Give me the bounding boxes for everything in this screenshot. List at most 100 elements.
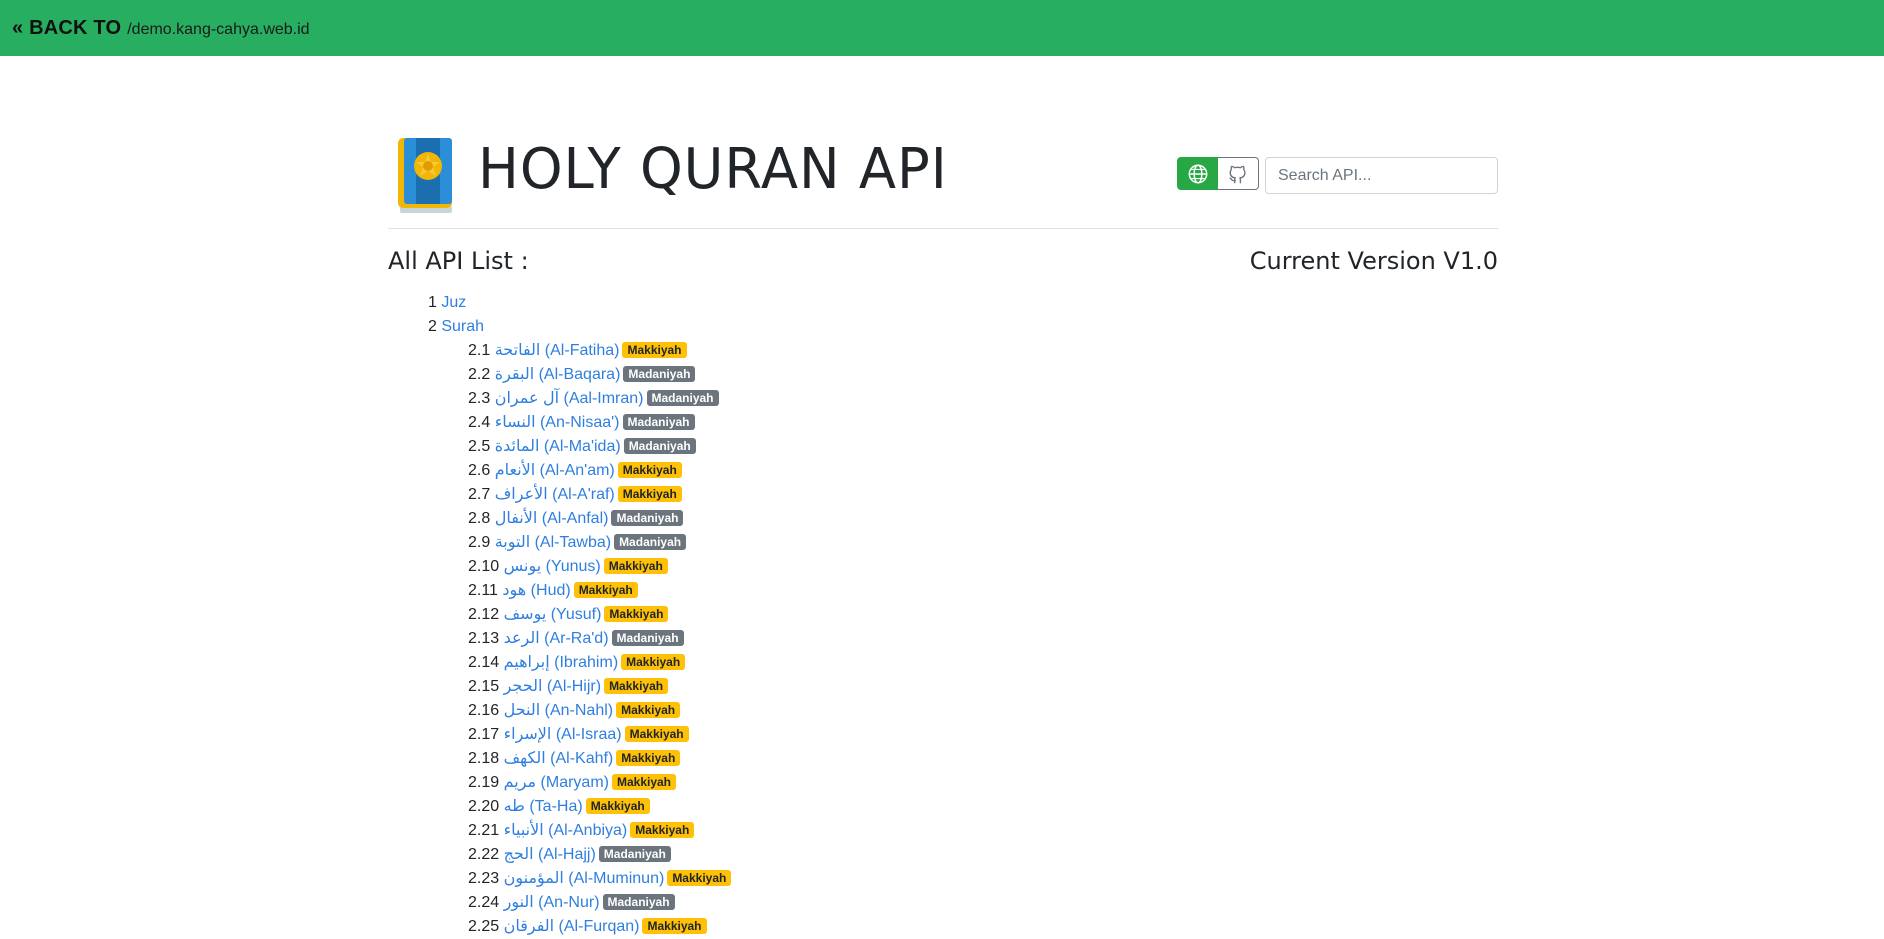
revelation-type-badge: Madaniyah: [611, 510, 684, 526]
api-list: 1 Juz 2 Surah 2.1 الفاتحة (Al-Fatiha) Mak…: [388, 291, 1498, 939]
revelation-type-badge: Makkiyah: [604, 678, 669, 694]
revelation-type-badge: Madaniyah: [598, 846, 671, 862]
surah-item-link[interactable]: المائدة (Al-Ma'ida): [495, 438, 621, 455]
back-link[interactable]: « BACK TO /demo.kang-cahya.web.id: [12, 17, 310, 40]
revelation-type-badge: Madaniyah: [622, 414, 695, 430]
list-item: 2.17 الإسراء (Al-Israa) Makkiyah: [468, 723, 1498, 747]
surah-item-link[interactable]: النور (An-Nur): [504, 894, 600, 911]
item-number: 1: [428, 294, 437, 311]
header-button-group: [1177, 157, 1259, 190]
item-number: 2.1: [468, 342, 491, 359]
list-item: 2.21 الأنبياء (Al-Anbiya) Makkiyah: [468, 819, 1498, 843]
revelation-type-badge: Madaniyah: [623, 438, 696, 454]
list-item: 2.22 الحج (Al-Hajj) Madaniyah: [468, 843, 1498, 867]
surah-item-link[interactable]: البقرة (Al-Baqara): [495, 366, 621, 383]
api-list-title: All API List :: [388, 247, 529, 275]
item-number: 2.3: [468, 390, 491, 407]
item-number: 2.22: [468, 846, 500, 863]
revelation-type-badge: Madaniyah: [611, 630, 684, 646]
juz-link[interactable]: Juz: [441, 294, 466, 311]
list-item: 2.16 النحل (An-Nahl) Makkiyah: [468, 699, 1498, 723]
version-title: Current Version V1.0: [1249, 247, 1498, 275]
surah-item-link[interactable]: الحجر (Al-Hijr): [504, 678, 601, 695]
back-label: « BACK TO: [12, 16, 122, 39]
surah-list: 2.1 الفاتحة (Al-Fatiha) Makkiyah 2.2 البقر…: [428, 339, 1498, 939]
surah-item-link[interactable]: الأنبياء (Al-Anbiya): [504, 822, 628, 839]
back-url: /demo.kang-cahya.web.id: [127, 20, 310, 38]
top-bar: « BACK TO /demo.kang-cahya.web.id: [0, 0, 1884, 56]
list-item: 2.19 مريم (Maryam) Makkiyah: [468, 771, 1498, 795]
item-number: 2: [428, 318, 437, 335]
item-number: 2.25: [468, 918, 500, 935]
surah-item-link[interactable]: الأنفال (Al-Anfal): [495, 510, 609, 527]
item-number: 2.9: [468, 534, 491, 551]
item-number: 2.5: [468, 438, 491, 455]
item-number: 2.21: [468, 822, 500, 839]
surah-item-link[interactable]: النساء (An-Nisaa'): [495, 414, 620, 431]
github-icon: [1229, 165, 1246, 183]
list-item: 2.4 النساء (An-Nisaa') Madaniyah: [468, 411, 1498, 435]
surah-item-link[interactable]: هود (Hud): [502, 582, 570, 599]
revelation-type-badge: Makkiyah: [611, 774, 677, 790]
surah-item-link[interactable]: الحج (Al-Hajj): [504, 846, 596, 863]
revelation-type-badge: Makkiyah: [617, 462, 682, 478]
list-item: 2.25 الفرقان (Al-Furqan) Makkiyah: [468, 915, 1498, 939]
surah-item-link[interactable]: الإسراء (Al-Israa): [504, 726, 622, 743]
list-item: 2.11 هود (Hud) Makkiyah: [468, 579, 1498, 603]
surah-item-link[interactable]: الأعراف (Al-A'raf): [495, 486, 615, 503]
website-button[interactable]: [1177, 157, 1218, 190]
surah-item-link[interactable]: يوسف (Yusuf): [504, 606, 602, 623]
item-number: 2.18: [468, 750, 500, 767]
item-number: 2.2: [468, 366, 491, 383]
item-number: 2.8: [468, 510, 491, 527]
list-item: 2.1 الفاتحة (Al-Fatiha) Makkiyah: [468, 339, 1498, 363]
list-item: 2.15 الحجر (Al-Hijr) Makkiyah: [468, 675, 1498, 699]
revelation-type-badge: Makkiyah: [617, 486, 682, 502]
search-input[interactable]: [1265, 157, 1498, 194]
revelation-type-badge: Makkiyah: [603, 558, 668, 574]
list-item-surah: 2 Surah 2.1 الفاتحة (Al-Fatiha) Makkiyah 2…: [428, 315, 1498, 939]
item-number: 2.10: [468, 558, 500, 575]
surah-link[interactable]: Surah: [441, 318, 484, 335]
revelation-type-badge: Makkiyah: [604, 606, 669, 622]
list-item: 2.14 إبراهيم (Ibrahim) Makkiyah: [468, 651, 1498, 675]
item-number: 2.6: [468, 462, 491, 479]
surah-item-link[interactable]: الكهف (Al-Kahf): [504, 750, 614, 767]
surah-item-link[interactable]: يونس (Yunus): [504, 558, 601, 575]
item-number: 2.14: [468, 654, 500, 671]
quran-book-icon: [398, 138, 452, 213]
item-number: 2.7: [468, 486, 491, 503]
github-button[interactable]: [1218, 157, 1259, 190]
list-item: 2.6 الأنعام (Al-An'am) Makkiyah: [468, 459, 1498, 483]
list-item: 2.9 التوبة (Al-Tawba) Madaniyah: [468, 531, 1498, 555]
list-item: 2.20 طه (Ta-Ha) Makkiyah: [468, 795, 1498, 819]
list-item-juz: 1 Juz: [428, 291, 1498, 315]
item-number: 2.17: [468, 726, 500, 743]
list-item: 2.3 آل عمران (Aal-Imran) Madaniyah: [468, 387, 1498, 411]
item-number: 2.16: [468, 702, 500, 719]
surah-item-link[interactable]: إبراهيم (Ibrahim): [504, 654, 619, 671]
list-item: 2.18 الكهف (Al-Kahf) Makkiyah: [468, 747, 1498, 771]
list-item: 2.23 المؤمنون (Al-Muminun) Makkiyah: [468, 867, 1498, 891]
surah-item-link[interactable]: النحل (An-Nahl): [504, 702, 614, 719]
list-item: 2.7 الأعراف (Al-A'raf) Makkiyah: [468, 483, 1498, 507]
main-container: HOLY QURAN API All API List : Current Ve…: [388, 56, 1498, 939]
surah-item-link[interactable]: الفاتحة (Al-Fatiha): [495, 342, 620, 359]
surah-item-link[interactable]: آل عمران (Aal-Imran): [495, 390, 644, 407]
list-item: 2.12 يوسف (Yusuf) Makkiyah: [468, 603, 1498, 627]
surah-item-link[interactable]: مريم (Maryam): [504, 774, 609, 791]
revelation-type-badge: Makkiyah: [585, 798, 650, 814]
revelation-type-badge: Makkiyah: [667, 870, 732, 886]
surah-item-link[interactable]: الأنعام (Al-An'am): [495, 462, 615, 479]
item-number: 2.11: [468, 582, 498, 599]
surah-item-link[interactable]: المؤمنون (Al-Muminun): [504, 870, 665, 887]
surah-item-link[interactable]: طه (Ta-Ha): [504, 798, 583, 815]
globe-icon: [1188, 164, 1207, 183]
surah-item-link[interactable]: التوبة (Al-Tawba): [495, 534, 611, 551]
item-number: 2.20: [468, 798, 500, 815]
list-item: 2.8 الأنفال (Al-Anfal) Madaniyah: [468, 507, 1498, 531]
revelation-type-badge: Madaniyah: [602, 894, 675, 910]
list-item: 2.2 البقرة (Al-Baqara) Madaniyah: [468, 363, 1498, 387]
surah-item-link[interactable]: الرعد (Ar-Ra'd): [504, 630, 609, 647]
surah-item-link[interactable]: الفرقان (Al-Furqan): [504, 918, 640, 935]
